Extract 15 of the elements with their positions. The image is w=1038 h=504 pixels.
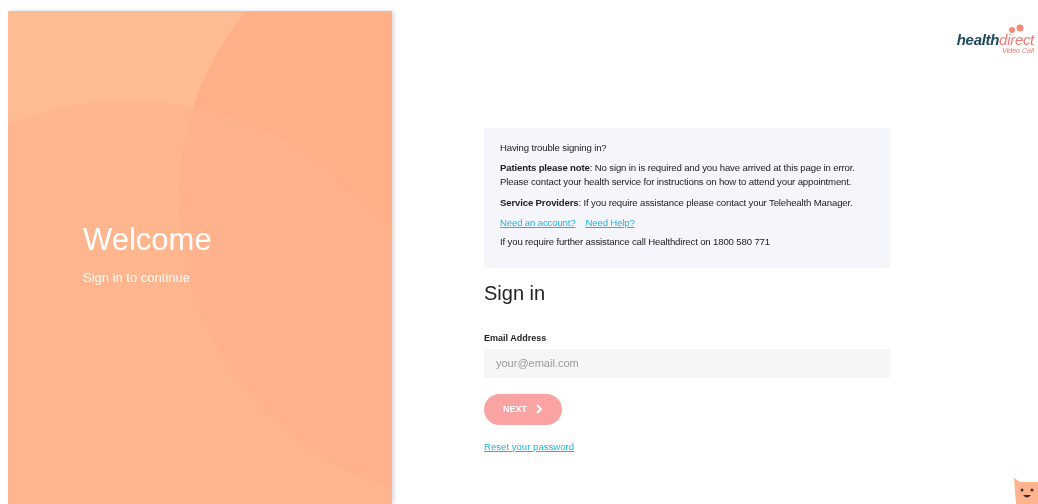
help-title: Having trouble signing in? — [500, 142, 608, 153]
welcome-subtitle: Sign in to continue — [83, 270, 191, 285]
dots-icon — [1008, 24, 1026, 34]
welcome-title: Welcome — [83, 222, 212, 258]
email-label: Email Address — [484, 332, 547, 343]
email-field[interactable]: your@email.com — [484, 348, 890, 378]
help-paragraph: Service Providers: If you require assistance please contact your Telehealth Manager. — [500, 195, 854, 210]
chat-widget-icon[interactable] — [1012, 476, 1038, 504]
sign-in-heading: Sign in — [484, 281, 546, 305]
help-link[interactable]: Need Help? — [585, 216, 635, 228]
help-link[interactable]: Need an account? — [500, 216, 576, 228]
chevron-icon — [535, 404, 543, 415]
help-footer: If you require further assistance call Healthdirect on 1800 580 771 — [500, 234, 882, 249]
help-paragraph: Patients please note: No sign in is required and you have arrived at this page in error. Please contact your health service for instructions on how to attend your appointment. — [500, 161, 856, 189]
reset-password-link[interactable]: Reset your password — [484, 440, 575, 452]
